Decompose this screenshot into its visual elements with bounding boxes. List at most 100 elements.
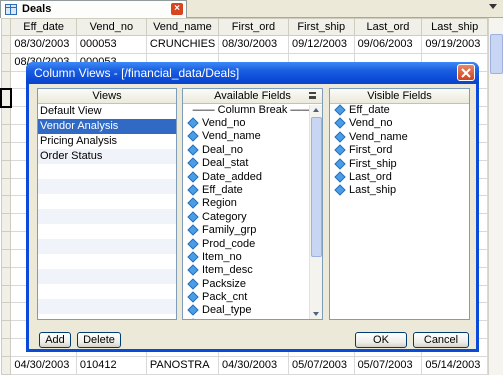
diamond-icon bbox=[334, 131, 346, 143]
available-field-item[interactable]: Family_grp bbox=[183, 224, 322, 237]
view-item[interactable]: Pricing Analysis bbox=[38, 134, 176, 149]
row-header[interactable] bbox=[0, 284, 12, 304]
diamond-icon bbox=[334, 117, 346, 130]
row-header[interactable] bbox=[0, 195, 12, 215]
view-item-empty bbox=[38, 269, 176, 284]
field-label: First_ship bbox=[349, 157, 397, 170]
available-field-item[interactable]: Date_added bbox=[183, 171, 322, 184]
available-field-item[interactable]: Packsize bbox=[183, 278, 322, 291]
cancel-button[interactable]: Cancel bbox=[413, 332, 469, 348]
table-cell[interactable]: 09/06/2003 bbox=[353, 35, 423, 54]
visible-field-item[interactable]: Eff_date bbox=[330, 104, 469, 117]
visible-fields-header: Visible Fields bbox=[330, 89, 469, 104]
available-field-item[interactable]: Category bbox=[183, 211, 322, 224]
row-header[interactable] bbox=[0, 355, 12, 375]
scroll-thumb[interactable] bbox=[490, 34, 503, 74]
dialog-close-button[interactable] bbox=[457, 64, 475, 81]
table-cell[interactable]: 04/30/2003 bbox=[10, 355, 77, 375]
table-cell[interactable]: 05/14/2003 bbox=[421, 355, 488, 375]
visible-field-item[interactable]: First_ship bbox=[330, 158, 469, 171]
available-field-item[interactable]: Deal_stat bbox=[183, 157, 322, 170]
row-header[interactable] bbox=[0, 106, 12, 126]
scroll-thumb[interactable] bbox=[311, 117, 322, 257]
row-header[interactable] bbox=[0, 87, 12, 108]
row-header[interactable] bbox=[0, 302, 12, 322]
row-header[interactable] bbox=[0, 338, 12, 357]
available-field-item[interactable]: Pack_cnt bbox=[183, 291, 322, 304]
column-header[interactable]: Eff_date bbox=[10, 18, 77, 36]
grid-scrollbar[interactable] bbox=[488, 18, 503, 375]
view-item-empty bbox=[38, 164, 176, 179]
row-header[interactable] bbox=[0, 52, 12, 72]
field-label: Region bbox=[202, 197, 237, 210]
table-cell[interactable]: 05/07/2003 bbox=[287, 355, 355, 375]
table-cell[interactable]: 04/30/2003 bbox=[218, 355, 289, 375]
column-header[interactable]: First_ship bbox=[287, 18, 355, 36]
ok-button[interactable]: OK bbox=[355, 332, 407, 348]
available-field-item[interactable]: Prod_code bbox=[183, 238, 322, 251]
views-list: Default View Vendor Analysis Pricing Analy… bbox=[38, 104, 176, 314]
close-icon[interactable]: × bbox=[171, 3, 183, 15]
scroll-up-icon[interactable] bbox=[313, 108, 319, 112]
visible-field-item[interactable]: Vend_no bbox=[330, 117, 469, 130]
visible-field-item[interactable]: Vend_name bbox=[330, 131, 469, 144]
available-field-item[interactable]: Eff_date bbox=[183, 184, 322, 197]
diamond-icon bbox=[187, 197, 199, 210]
row-header[interactable] bbox=[0, 248, 12, 268]
view-item[interactable]: Vendor Analysis bbox=[38, 119, 176, 134]
row-header[interactable] bbox=[0, 213, 12, 233]
diamond-icon bbox=[334, 157, 346, 170]
row-header[interactable] bbox=[0, 266, 12, 286]
table-cell[interactable]: PANOSTRA bbox=[145, 355, 220, 375]
column-header[interactable]: Last_ord bbox=[353, 18, 423, 36]
field-label: Deal_type bbox=[202, 304, 252, 317]
table-row[interactable]: 04/30/2003 010412 PANOSTRA 04/30/2003 05/07/… bbox=[0, 355, 488, 375]
row-header[interactable] bbox=[0, 141, 12, 161]
dialog-titlebar[interactable]: Column Views - [/financial_data/Deals] bbox=[26, 62, 479, 84]
available-field-item[interactable]: Allow_calc bbox=[183, 318, 322, 319]
column-break-item[interactable]: —— Column Break —— bbox=[183, 104, 322, 117]
column-header[interactable]: Last_ship bbox=[421, 18, 488, 36]
row-header[interactable] bbox=[0, 35, 12, 54]
table-cell[interactable]: 05/07/2003 bbox=[353, 355, 423, 375]
chevron-down-icon[interactable] bbox=[489, 4, 497, 9]
scroll-down-icon[interactable] bbox=[313, 312, 319, 316]
add-button[interactable]: Add bbox=[39, 332, 71, 348]
available-field-item[interactable]: Deal_type bbox=[183, 304, 322, 317]
available-field-item[interactable]: Item_desc bbox=[183, 264, 322, 277]
row-header[interactable] bbox=[0, 231, 12, 250]
row-header[interactable] bbox=[0, 70, 12, 90]
table-cell[interactable]: 09/12/2003 bbox=[287, 35, 355, 54]
table-cell[interactable]: 000053 bbox=[75, 35, 147, 54]
available-field-item[interactable]: Item_no bbox=[183, 251, 322, 264]
visible-field-item[interactable]: Last_ord bbox=[330, 171, 469, 184]
table-cell[interactable]: 09/19/2003 bbox=[421, 35, 488, 54]
available-fields-scrollbar[interactable] bbox=[309, 105, 322, 319]
available-field-item[interactable]: Vend_name bbox=[183, 130, 322, 143]
table-cell[interactable]: 010412 bbox=[75, 355, 147, 375]
row-header[interactable] bbox=[0, 159, 12, 179]
column-header[interactable]: Vend_no bbox=[75, 18, 147, 36]
row-header[interactable] bbox=[0, 320, 12, 340]
visible-field-item[interactable]: First_ord bbox=[330, 144, 469, 157]
menu-icon[interactable] bbox=[309, 92, 316, 99]
row-header[interactable] bbox=[0, 177, 12, 197]
table-cell[interactable]: 08/30/2003 bbox=[218, 35, 289, 54]
visible-field-item[interactable]: Last_ship bbox=[330, 184, 469, 197]
available-field-item[interactable]: Region bbox=[183, 197, 322, 210]
available-field-item[interactable]: Deal_no bbox=[183, 144, 322, 157]
view-item[interactable]: Default View bbox=[38, 104, 176, 119]
column-header[interactable]: First_ord bbox=[218, 18, 289, 36]
table-row[interactable]: 08/30/2003 000053 CRUNCHIES 08/30/2003 09/12… bbox=[0, 35, 488, 54]
diamond-icon bbox=[334, 104, 346, 116]
table-cell[interactable]: CRUNCHIES bbox=[145, 35, 220, 54]
column-header[interactable]: Vend_name bbox=[145, 18, 220, 36]
view-item[interactable]: Order Status bbox=[38, 149, 176, 164]
tab-deals[interactable]: Deals × bbox=[0, 0, 187, 18]
diamond-icon bbox=[187, 237, 199, 250]
delete-button[interactable]: Delete bbox=[77, 332, 121, 348]
available-field-item[interactable]: Vend_no bbox=[183, 117, 322, 130]
table-cell[interactable]: 08/30/2003 bbox=[10, 35, 77, 54]
diamond-icon bbox=[187, 130, 199, 143]
row-header[interactable] bbox=[0, 124, 12, 143]
